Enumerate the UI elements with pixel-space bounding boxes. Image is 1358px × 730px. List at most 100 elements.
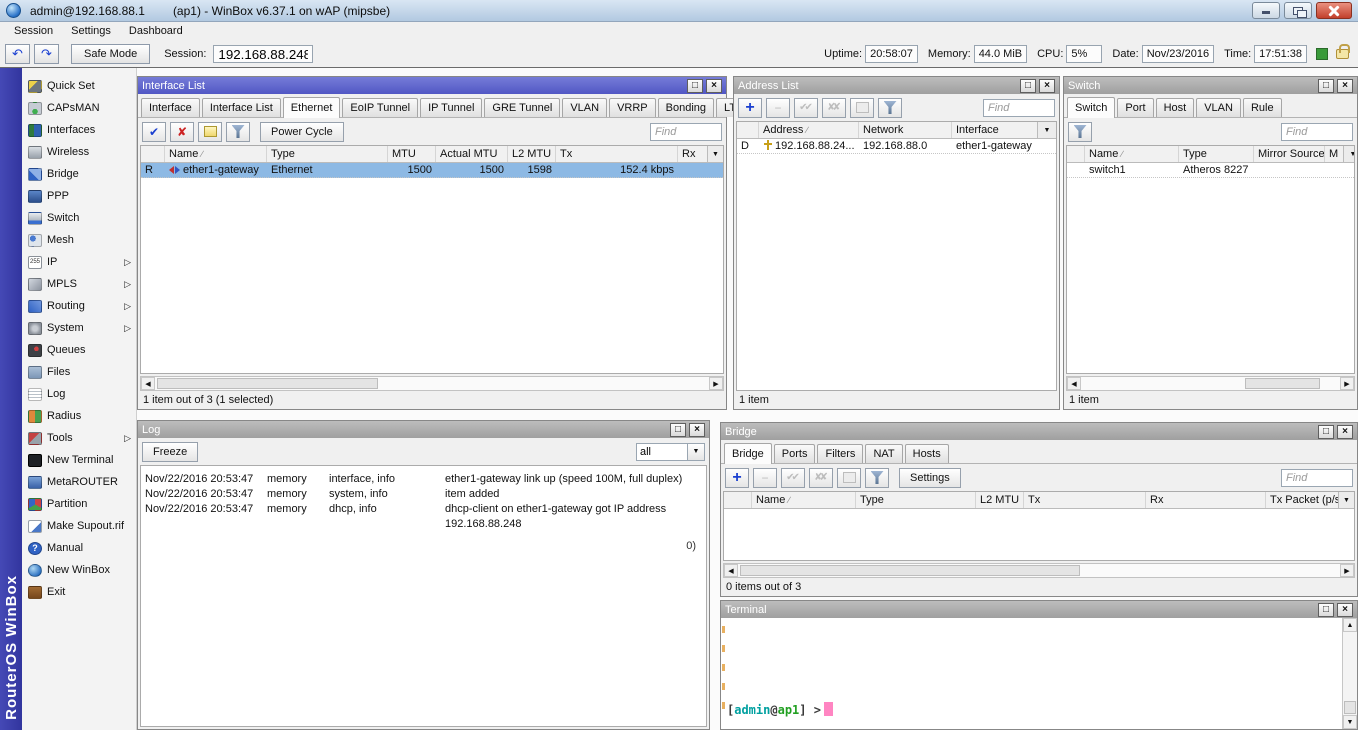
- column-type[interactable]: Type: [267, 146, 388, 162]
- scroll-right-icon[interactable]: ▶: [1340, 377, 1354, 390]
- sidebar-item-metarouter[interactable]: MetaROUTER: [22, 471, 136, 493]
- tab-interface-list[interactable]: Interface List: [202, 98, 281, 117]
- scroll-left-icon[interactable]: ◀: [1067, 377, 1081, 390]
- sidebar-item-routing[interactable]: Routing▷: [22, 295, 136, 317]
- maximize-icon[interactable]: □: [1020, 79, 1036, 93]
- scroll-right-icon[interactable]: ▶: [1340, 564, 1354, 577]
- close-icon[interactable]: ×: [1337, 425, 1353, 439]
- filter-button[interactable]: [226, 122, 250, 142]
- scrollbar-thumb[interactable]: [157, 378, 378, 389]
- tab-port[interactable]: Port: [1117, 98, 1153, 117]
- tab-interface[interactable]: Interface: [141, 98, 200, 117]
- column-mtu[interactable]: MTU: [388, 146, 436, 162]
- combo-dropdown-button[interactable]: ▼: [688, 443, 705, 461]
- sidebar-item-mesh[interactable]: Mesh: [22, 229, 136, 251]
- comment-button[interactable]: [850, 98, 874, 118]
- menu-dashboard[interactable]: Dashboard: [120, 22, 192, 41]
- filter-button[interactable]: [1068, 122, 1092, 142]
- close-icon[interactable]: ×: [689, 423, 705, 437]
- column-menu-button[interactable]: ▼: [707, 146, 723, 162]
- freeze-button[interactable]: Freeze: [142, 442, 198, 462]
- table-row[interactable]: R ether1-gateway Ethernet 1500 1500 1598…: [141, 163, 723, 178]
- menu-session[interactable]: Session: [5, 22, 62, 41]
- column-actual-mtu[interactable]: Actual MTU: [436, 146, 508, 162]
- redo-button[interactable]: ↷: [34, 44, 59, 64]
- column-name[interactable]: Name∕: [752, 492, 856, 508]
- column-menu-button[interactable]: ▼: [1037, 122, 1056, 138]
- disable-button[interactable]: ✘✘: [809, 468, 833, 488]
- close-icon[interactable]: ×: [1337, 79, 1353, 93]
- restore-button[interactable]: [1284, 2, 1312, 19]
- log-row[interactable]: Nov/22/2016 20:53:47 memory interface, i…: [141, 472, 706, 487]
- maximize-icon[interactable]: □: [1318, 603, 1334, 617]
- column-network[interactable]: Network: [859, 122, 952, 138]
- remove-button[interactable]: −: [753, 468, 777, 488]
- tab-nat[interactable]: NAT: [865, 444, 902, 463]
- column-mirror-source[interactable]: Mirror Source: [1254, 146, 1325, 162]
- maximize-icon[interactable]: □: [687, 79, 703, 93]
- sidebar-item-exit[interactable]: Exit: [22, 581, 136, 603]
- sidebar-item-capsman[interactable]: CAPsMAN: [22, 97, 136, 119]
- sidebar-item-wireless[interactable]: Wireless: [22, 141, 136, 163]
- column-tx[interactable]: Tx: [1024, 492, 1146, 508]
- table-row[interactable]: D 192.168.88.24... 192.168.88.0 ether1-g…: [737, 139, 1056, 154]
- sidebar-item-system[interactable]: System▷: [22, 317, 136, 339]
- scrollbar-thumb[interactable]: [1245, 378, 1320, 389]
- scrollbar-thumb[interactable]: [740, 565, 1080, 576]
- sidebar-item-ip[interactable]: 255IP▷: [22, 251, 136, 273]
- log-row[interactable]: Nov/22/2016 20:53:47 memory dhcp, info d…: [141, 502, 706, 532]
- disable-button[interactable]: ✘: [170, 122, 194, 142]
- column-m[interactable]: M: [1325, 146, 1343, 162]
- column-tx-packet[interactable]: Tx Packet (p/s: [1266, 492, 1338, 508]
- switch-titlebar[interactable]: Switch □ ×: [1064, 77, 1357, 94]
- sidebar-item-files[interactable]: Files: [22, 361, 136, 383]
- add-button[interactable]: +: [738, 98, 762, 118]
- sidebar-item-quick-set[interactable]: Quick Set: [22, 75, 136, 97]
- column-menu-button[interactable]: ▼: [1343, 146, 1355, 162]
- vertical-scrollbar[interactable]: ▲ ▼: [1342, 618, 1357, 729]
- session-input[interactable]: [213, 45, 313, 63]
- scroll-left-icon[interactable]: ◀: [724, 564, 738, 577]
- column-l2-mtu[interactable]: L2 MTU: [508, 146, 556, 162]
- column-name[interactable]: Name∕: [165, 146, 267, 162]
- log-titlebar[interactable]: Log □ ×: [138, 421, 709, 438]
- log-filter-input[interactable]: [636, 443, 688, 461]
- close-icon[interactable]: ×: [706, 79, 722, 93]
- tab-ports[interactable]: Ports: [774, 444, 816, 463]
- tab-filters[interactable]: Filters: [817, 444, 863, 463]
- tab-eoip-tunnel[interactable]: EoIP Tunnel: [342, 98, 418, 117]
- find-input[interactable]: [1281, 469, 1353, 487]
- maximize-icon[interactable]: □: [1318, 79, 1334, 93]
- tab-vlan[interactable]: VLAN: [1196, 98, 1241, 117]
- horizontal-scrollbar[interactable]: ◀ ▶: [723, 563, 1355, 578]
- column-type[interactable]: Type: [1179, 146, 1254, 162]
- terminal-titlebar[interactable]: Terminal □ ×: [721, 601, 1357, 618]
- tab-bonding[interactable]: Bonding: [658, 98, 714, 117]
- tab-gre-tunnel[interactable]: GRE Tunnel: [484, 98, 560, 117]
- undo-button[interactable]: ↶: [5, 44, 30, 64]
- terminal-screen[interactable]: [admin@ap1] > ▲ ▼: [721, 618, 1357, 729]
- scroll-down-icon[interactable]: ▼: [1343, 715, 1357, 729]
- horizontal-scrollbar[interactable]: ◀ ▶: [1066, 376, 1355, 391]
- safe-mode-button[interactable]: Safe Mode: [71, 44, 150, 64]
- filter-button[interactable]: [878, 98, 902, 118]
- column-interface[interactable]: Interface: [952, 122, 1037, 138]
- tab-host[interactable]: Host: [1156, 98, 1195, 117]
- comment-button[interactable]: [198, 122, 222, 142]
- comment-button[interactable]: [837, 468, 861, 488]
- log-row[interactable]: Nov/22/2016 20:53:47 memory system, info…: [141, 487, 706, 502]
- column-rx[interactable]: Rx: [1146, 492, 1266, 508]
- maximize-icon[interactable]: □: [1318, 425, 1334, 439]
- column-l2-mtu[interactable]: L2 MTU: [976, 492, 1024, 508]
- enable-button[interactable]: ✔✔: [794, 98, 818, 118]
- sidebar-item-new-terminal[interactable]: New Terminal: [22, 449, 136, 471]
- sidebar-item-mpls[interactable]: MPLS▷: [22, 273, 136, 295]
- find-input[interactable]: [1281, 123, 1353, 141]
- settings-button[interactable]: Settings: [899, 468, 961, 488]
- column-menu-button[interactable]: ▼: [1338, 492, 1354, 508]
- filter-button[interactable]: [865, 468, 889, 488]
- tab-vrrp[interactable]: VRRP: [609, 98, 656, 117]
- sidebar-item-switch[interactable]: Switch: [22, 207, 136, 229]
- sidebar-item-tools[interactable]: Tools▷: [22, 427, 136, 449]
- tab-ethernet[interactable]: Ethernet: [283, 97, 341, 118]
